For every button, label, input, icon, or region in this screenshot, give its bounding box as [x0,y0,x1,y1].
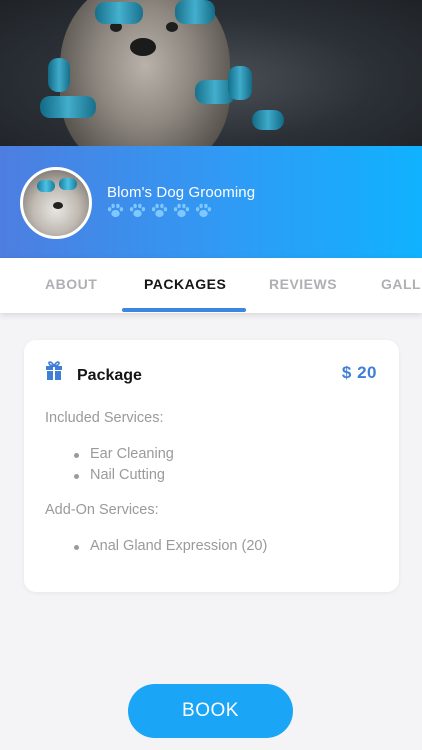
tab-reviews[interactable]: REVIEWS [269,258,337,313]
rating-paws [107,203,212,218]
dog-eye [166,22,178,32]
paw-icon [107,203,124,218]
list-item: Ear Cleaning [74,444,174,465]
list-item: Anal Gland Expression (20) [74,536,267,557]
avatar [20,167,92,239]
addon-services-label: Add-On Services: [45,502,159,518]
gift-icon [46,361,62,380]
paw-icon [195,203,212,218]
package-price: $ 20 [341,363,377,382]
hair-curler [175,0,215,24]
package-card: Package $ 20 Included Services: Ear Clea… [24,340,399,592]
hair-curler [48,58,70,92]
active-tab-indicator [122,308,246,312]
list-item: Nail Cutting [74,465,174,486]
dog-nose [130,38,156,56]
hair-curler [228,66,252,100]
business-name: Blom's Dog Grooming [107,184,256,201]
hero-photo [0,0,422,146]
tab-packages[interactable]: PACKAGES [144,258,226,313]
hair-curler [252,110,284,130]
book-button[interactable]: BOOK [128,684,293,738]
paw-icon [129,203,146,218]
addon-services-list: Anal Gland Expression (20) [74,536,267,557]
hair-curler [95,2,143,24]
tab-about[interactable]: ABOUT [45,258,97,313]
paw-icon [151,203,168,218]
package-title: Package [77,367,142,384]
tab-bar: ABOUT PACKAGES REVIEWS GALLERY [0,258,422,313]
included-services-label: Included Services: [45,410,164,426]
paw-icon [173,203,190,218]
tab-gallery[interactable]: GALLERY [381,258,422,313]
hair-curler [40,96,96,118]
included-services-list: Ear Cleaning Nail Cutting [74,444,174,486]
